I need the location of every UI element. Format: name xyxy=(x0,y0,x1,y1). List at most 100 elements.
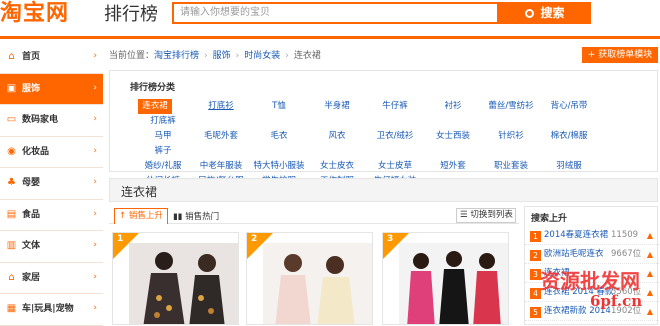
chevron-right-icon: › xyxy=(93,240,97,250)
search-input[interactable]: 请输入你想要的宝贝 xyxy=(172,2,499,24)
category-link[interactable]: 风衣 xyxy=(308,129,366,144)
sidebar-item[interactable]: ▣ 服饰 › xyxy=(0,73,103,105)
category-link[interactable]: 卫衣/绒衫 xyxy=(366,129,424,144)
sidebar-item[interactable]: ⌂ 首页 › xyxy=(0,42,103,74)
list-title: 连衣裙 xyxy=(121,185,158,199)
sidebar-item-label: 食品 xyxy=(22,209,41,220)
category-link[interactable]: 女士皮草 xyxy=(366,159,424,174)
category-link[interactable]: 背心/吊带 xyxy=(540,99,598,114)
product-image[interactable] xyxy=(399,243,509,325)
rank-number: 1 xyxy=(530,231,541,242)
search-rising-row[interactable]: 2 欧洲站毛呢连衣 9667位 ▲ xyxy=(525,246,659,264)
bar-chart-icon: ▮▮ xyxy=(173,212,186,222)
product-card[interactable]: 1 xyxy=(112,232,239,325)
category-link[interactable]: 特大特小服装 xyxy=(250,159,308,174)
tab-sales-hot[interactable]: ▮▮ 销售热门 xyxy=(173,210,219,222)
sidebar-item-label: 文体 xyxy=(22,241,41,251)
category-link[interactable]: 牛仔裤 xyxy=(366,99,424,114)
rise-value: 11509 xyxy=(611,230,639,240)
category-link[interactable]: T恤 xyxy=(250,99,308,114)
list-tabs: ↑ 销售上升 ▮▮ 销售热门 ☰ 切换到列表 xyxy=(109,206,519,224)
watermark-text: 资源批发网 xyxy=(540,269,640,293)
sidebar-item[interactable]: ▥ 文体 › xyxy=(0,231,103,263)
rank-number: 5 xyxy=(530,307,541,318)
category-link[interactable]: 毛衣 xyxy=(250,129,308,144)
rank-number: 1 xyxy=(117,234,124,244)
chevron-right-icon: › xyxy=(93,51,97,61)
category-row: 婚纱/礼服 中老年服装 特大特小服装 女士皮衣 女士皮草 短外套 职业套装 羽绒服 xyxy=(134,159,654,174)
rank-number: 2 xyxy=(251,234,258,244)
breadcrumb-item[interactable]: 淘宝排行榜 xyxy=(154,51,199,61)
chevron-right-icon: › xyxy=(93,177,97,187)
category-link[interactable]: 中老年服装 xyxy=(192,159,250,174)
sidebar-item-label: 母婴 xyxy=(22,178,41,188)
category-link[interactable]: 衬衫 xyxy=(424,99,482,114)
category-row: 连衣裙 打底衫 T恤 半身裙 牛仔裤 衬衫 蕾丝/雪纺衫 背心/吊带打底裤 xyxy=(134,99,654,129)
category-link[interactable]: 半身裙 xyxy=(308,99,366,114)
sidebar-item[interactable]: ▦ 车|玩具|宠物 › xyxy=(0,294,103,326)
sidebar-item-label: 车|玩具|宠物 xyxy=(22,304,74,314)
category-title: 排行榜分类 xyxy=(130,83,176,93)
category-link[interactable]: 毛呢外套 xyxy=(192,129,250,144)
category-link[interactable]: 打底裤 xyxy=(134,114,192,129)
search-button[interactable]: 搜索 xyxy=(499,2,591,24)
sidebar-item-label: 化妆品 xyxy=(22,146,50,157)
sidebar-item[interactable]: ⌂ 家居 › xyxy=(0,262,103,294)
sidebar-item[interactable]: ♣ 母婴 › xyxy=(0,168,103,200)
search-rising-title: 搜索上升 xyxy=(531,214,568,224)
search-icon xyxy=(525,9,535,18)
car-icon: ▦ xyxy=(6,303,17,314)
sidebar-item[interactable]: ▤ 食品 › xyxy=(0,199,103,231)
list-icon: ☰ xyxy=(460,210,471,220)
category-link[interactable]: 短外套 xyxy=(424,159,482,174)
sidebar-item[interactable]: ▭ 数码家电 › xyxy=(0,105,103,137)
get-module-label: 获取榜单模块 xyxy=(598,50,653,60)
product-card[interactable]: 2 xyxy=(246,232,373,325)
category-link[interactable]: 女士西装 xyxy=(424,129,482,144)
chevron-right-icon: › xyxy=(93,208,97,219)
category-link[interactable]: 裤子 xyxy=(134,144,192,159)
product-card[interactable]: 3 xyxy=(382,232,509,325)
home-icon: ⌂ xyxy=(8,51,15,62)
breadcrumb: 当前位置：淘宝排行榜 › 服饰 › 时尚女装 › 连衣裙 xyxy=(109,51,321,61)
category-link[interactable]: 打底衫 xyxy=(192,99,250,114)
chevron-right-icon: › xyxy=(93,145,97,156)
search-rising-row[interactable]: 1 2014春夏连衣裙 11509 ▲ xyxy=(525,227,659,245)
get-module-button[interactable]: + 获取榜单模块 xyxy=(582,47,658,63)
product-image[interactable] xyxy=(129,243,239,325)
category-link[interactable]: 职业套装 xyxy=(482,159,540,174)
category-link[interactable]: 羽绒服 xyxy=(540,159,598,174)
list-title-bar: 连衣裙 xyxy=(109,178,658,202)
breadcrumb-current: 连衣裙 xyxy=(293,51,321,61)
taobao-logo[interactable]: 淘宝网 xyxy=(0,0,69,26)
arrow-up-icon: ▲ xyxy=(646,231,653,240)
rank-number: 3 xyxy=(387,234,394,244)
category-link[interactable]: 女士皮衣 xyxy=(308,159,366,174)
book-icon: ▥ xyxy=(6,240,17,251)
switch-to-list-button[interactable]: ☰ 切换到列表 xyxy=(456,208,516,223)
chevron-right-icon: › xyxy=(93,82,97,93)
watermark-domain: 6pf.cn xyxy=(590,292,643,310)
breadcrumb-item[interactable]: 时尚女装 xyxy=(244,51,280,61)
keyword-link[interactable]: 欧洲站毛呢连衣 xyxy=(544,246,604,263)
category-link[interactable]: 马甲 xyxy=(134,129,192,144)
breadcrumb-item[interactable]: 服饰 xyxy=(213,51,231,61)
category-link[interactable]: 婚纱/礼服 xyxy=(134,159,192,174)
page-title: 排行榜 xyxy=(104,4,158,25)
tab-sales-up-label: 销售上升 xyxy=(128,211,163,221)
category-link[interactable]: 蕾丝/雪纺衫 xyxy=(482,99,540,114)
category-link[interactable]: 针织衫 xyxy=(482,129,540,144)
tab-sales-hot-label: 销售热门 xyxy=(185,212,220,222)
baby-icon: ♣ xyxy=(7,177,16,188)
keyword-link[interactable]: 2014春夏连衣裙 xyxy=(544,227,608,244)
header: 淘宝网 排行榜 请输入你想要的宝贝 搜索 xyxy=(0,0,660,40)
category-link[interactable]: 棉衣/棉服 xyxy=(540,129,598,144)
computer-icon: ▭ xyxy=(6,114,17,125)
bag-icon: ▣ xyxy=(6,82,17,94)
chevron-right-icon: › xyxy=(93,114,97,124)
rise-value: 9667位 xyxy=(611,249,642,259)
product-image[interactable] xyxy=(263,243,373,325)
tab-sales-up[interactable]: ↑ 销售上升 xyxy=(114,208,168,224)
category-link[interactable]: 连衣裙 xyxy=(138,99,172,114)
sidebar-item[interactable]: ◉ 化妆品 › xyxy=(0,136,103,168)
